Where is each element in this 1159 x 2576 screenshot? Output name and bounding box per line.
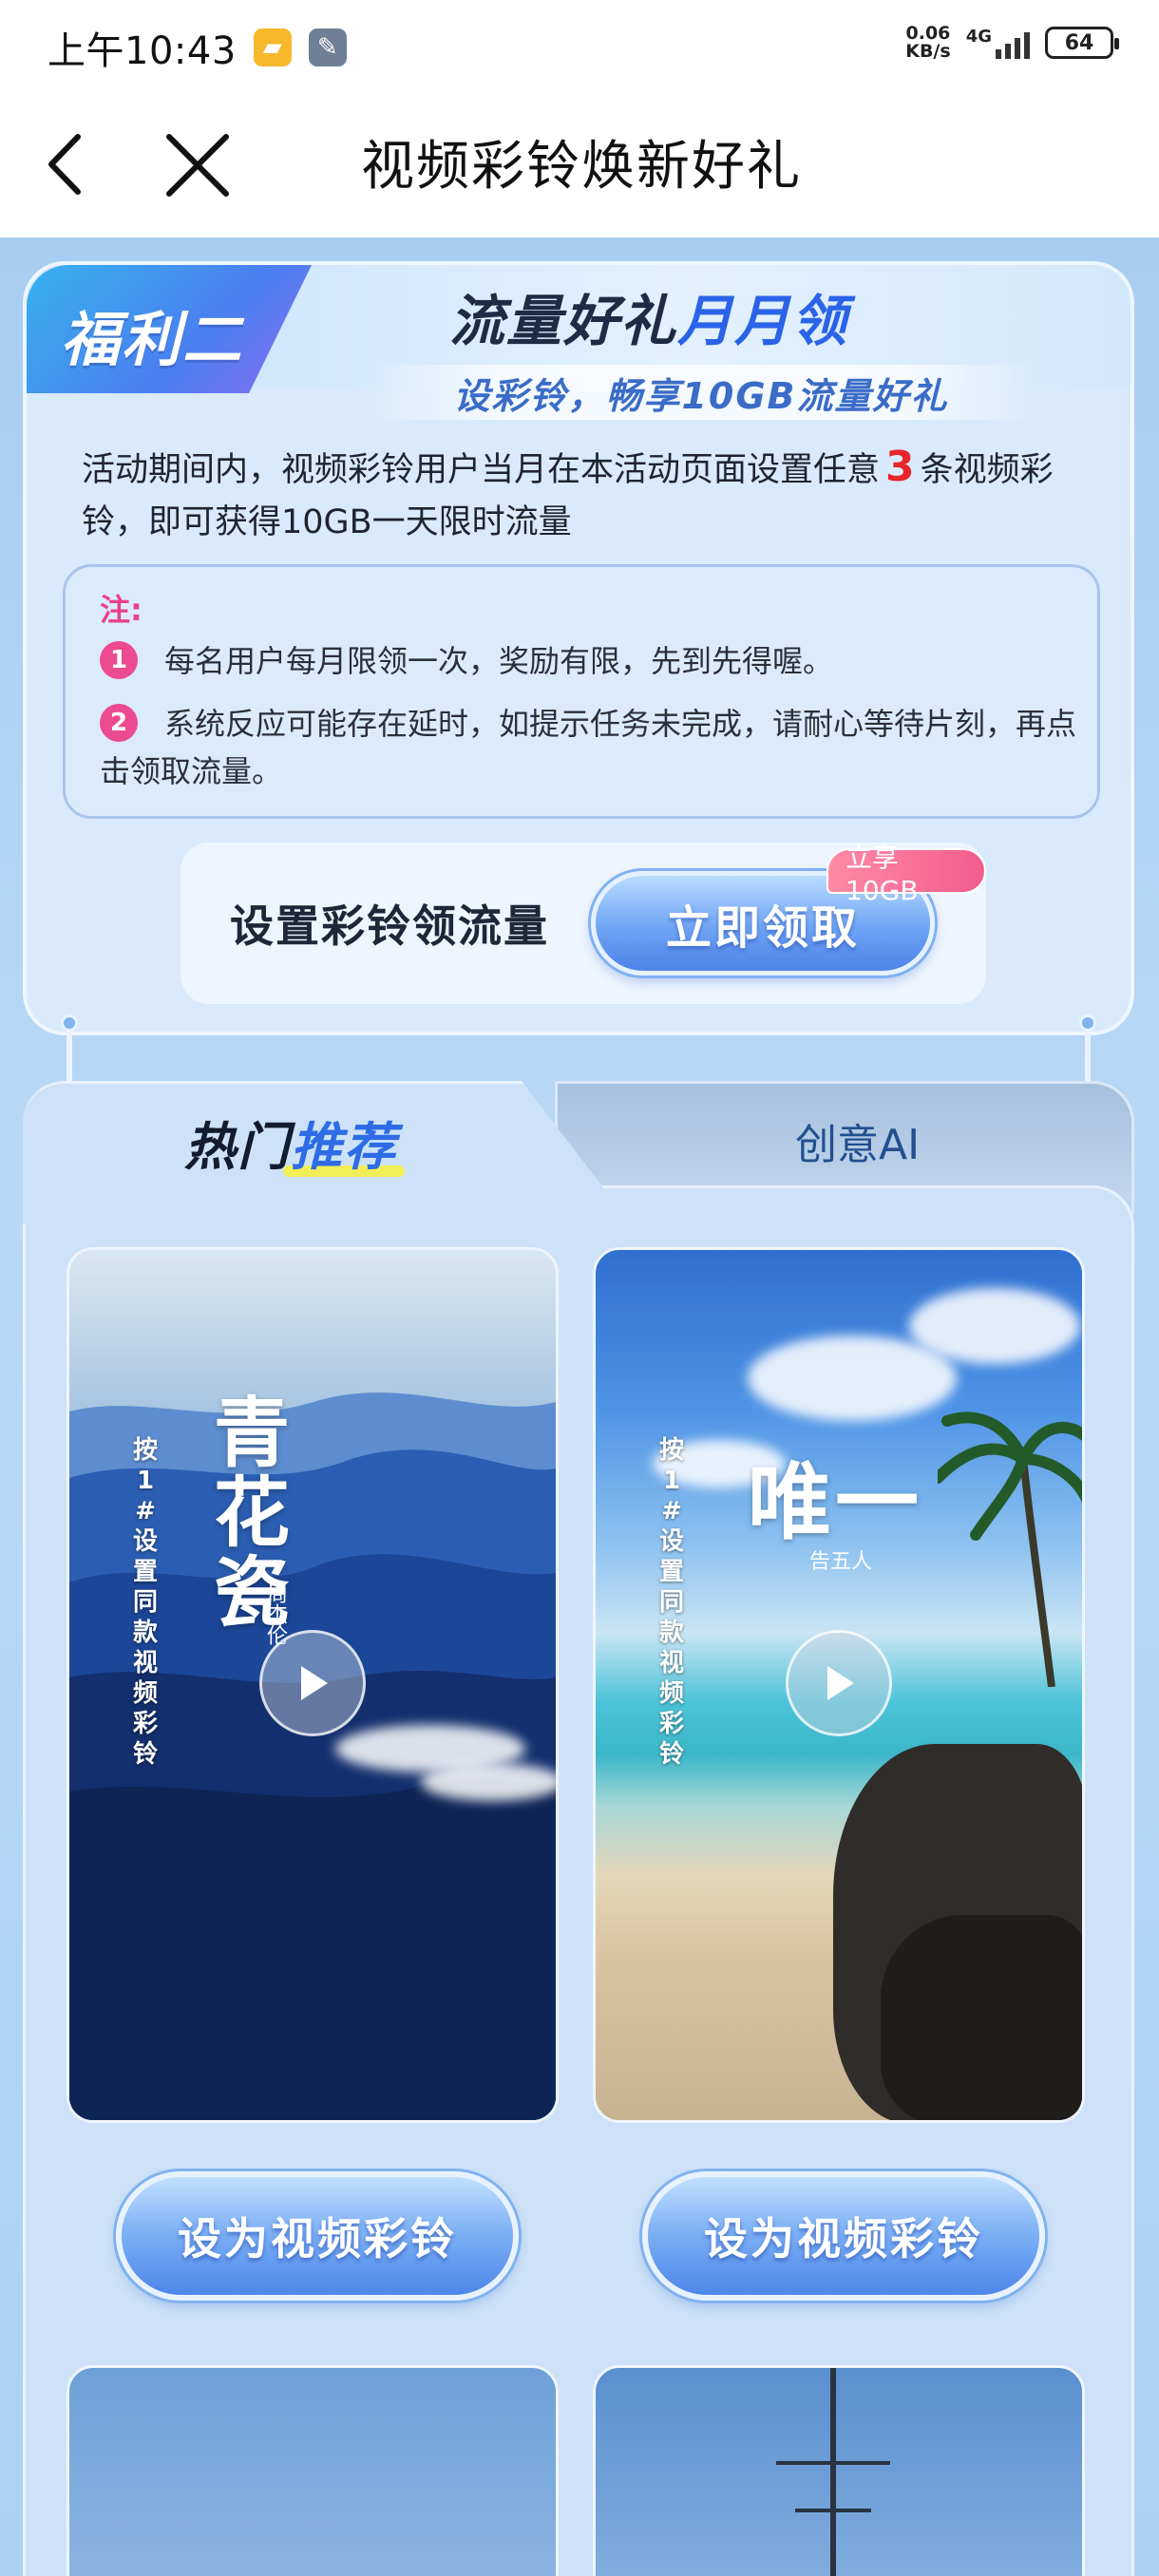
- play-icon[interactable]: [786, 1630, 892, 1736]
- desc-count: 3: [885, 443, 915, 491]
- benefit-description: 活动期间内，视频彩铃用户当月在本活动页面设置任意 3 条视频彩铃，即可获得10GB一…: [82, 441, 1089, 549]
- note-box: 注: 1 每名用户每月限领一次，奖励有限，先到先得喔。 2 系统反应可能存在延时，如…: [63, 564, 1100, 819]
- close-icon[interactable]: [162, 129, 234, 201]
- tab-hot-recommend[interactable]: 热门推荐: [23, 1081, 631, 1223]
- palm-tree-icon: [938, 1411, 1082, 1687]
- nav-bar: 视频彩铃焕新好礼: [0, 95, 1159, 237]
- claim-badge: 立享10GB: [826, 842, 986, 906]
- tab-hot-highlight: 推荐: [291, 1117, 397, 1177]
- notes-app-icon: ▰: [253, 28, 292, 66]
- note-text: 系统反应可能存在延时，如提示任务未完成，请耐心等待片刻，再点击领取流量。: [100, 706, 1077, 789]
- video-card[interactable]: [593, 2365, 1085, 2576]
- tab-hot-prefix: 热门: [184, 1117, 291, 1177]
- wrench-icon: ✎: [308, 28, 347, 66]
- desc-before: 活动期间内，视频彩铃用户当月在本活动页面设置任意: [82, 451, 881, 489]
- benefit-subtitle: 设彩铃，畅享10GB流量好礼: [369, 365, 1034, 420]
- video-card[interactable]: 按1#设置同款视频彩铃 青花瓷 周杰伦: [66, 1247, 559, 2123]
- status-time: 上午10:43: [48, 29, 237, 73]
- set-video-ringtone-button[interactable]: 设为视频彩铃: [116, 2171, 519, 2301]
- tab-hot-recommend-label: 热门推荐: [184, 1105, 397, 1180]
- status-right-group: 0.06 KB/s 4G 64: [905, 25, 1119, 61]
- note-text: 每名用户每月限领一次，奖励有限，先到先得喔。: [164, 643, 834, 679]
- video-title: 唯一: [748, 1452, 923, 1551]
- power-line-icon: [776, 2368, 890, 2576]
- back-arrow-icon[interactable]: [36, 131, 103, 198]
- net-speed: 0.06 KB/s: [905, 25, 950, 61]
- claim-box: 设置彩铃领流量 立即领取 立享10GB: [180, 842, 986, 1004]
- benefit-title-main: 流量好礼: [449, 289, 678, 353]
- welfare-tab-label: 福利二: [61, 305, 244, 374]
- video-card[interactable]: [66, 2365, 559, 2576]
- network-type: 4G: [965, 27, 992, 47]
- benefit-title-highlight: 月月领: [677, 289, 849, 353]
- tab-creative-ai-label: 创意AI: [795, 1121, 921, 1169]
- battery-level: 64: [1064, 30, 1094, 55]
- status-bar: 上午10:43 ▰ ✎ 0.06 KB/s 4G 64: [0, 0, 1159, 95]
- video-artist: 告五人: [809, 1550, 873, 1574]
- benefit-title: 流量好礼月月领: [449, 276, 848, 356]
- claim-label: 设置彩铃领流量: [230, 900, 549, 952]
- net-speed-unit: KB/s: [905, 41, 951, 62]
- note-number-badge: 2: [100, 704, 138, 742]
- set-video-ringtone-button[interactable]: 设为视频彩铃: [642, 2171, 1045, 2301]
- video-side-text: 按1#设置同款视频彩铃: [132, 1436, 158, 1769]
- video-side-text: 按1#设置同款视频彩铃: [658, 1436, 684, 1769]
- signal-icon: 4G: [966, 27, 1030, 59]
- battery-icon: 64: [1045, 27, 1119, 59]
- note-title: 注:: [100, 592, 142, 628]
- video-artist: 周杰伦: [263, 1582, 287, 1645]
- play-icon[interactable]: [259, 1630, 366, 1736]
- page-title: 视频彩铃焕新好礼: [361, 136, 802, 198]
- benefit-card: 福利二 流量好礼月月领 设彩铃，畅享10GB流量好礼 活动期间内，视频彩铃用户当…: [23, 261, 1134, 1035]
- note-item: 2 系统反应可能存在延时，如提示任务未完成，请耐心等待片刻，再点击领取流量。: [100, 700, 1078, 795]
- note-number-badge: 1: [100, 641, 138, 679]
- video-card[interactable]: 按1#设置同款视频彩铃 唯一 告五人: [593, 1247, 1085, 2123]
- note-item: 1 每名用户每月限领一次，奖励有限，先到先得喔。: [100, 637, 1078, 685]
